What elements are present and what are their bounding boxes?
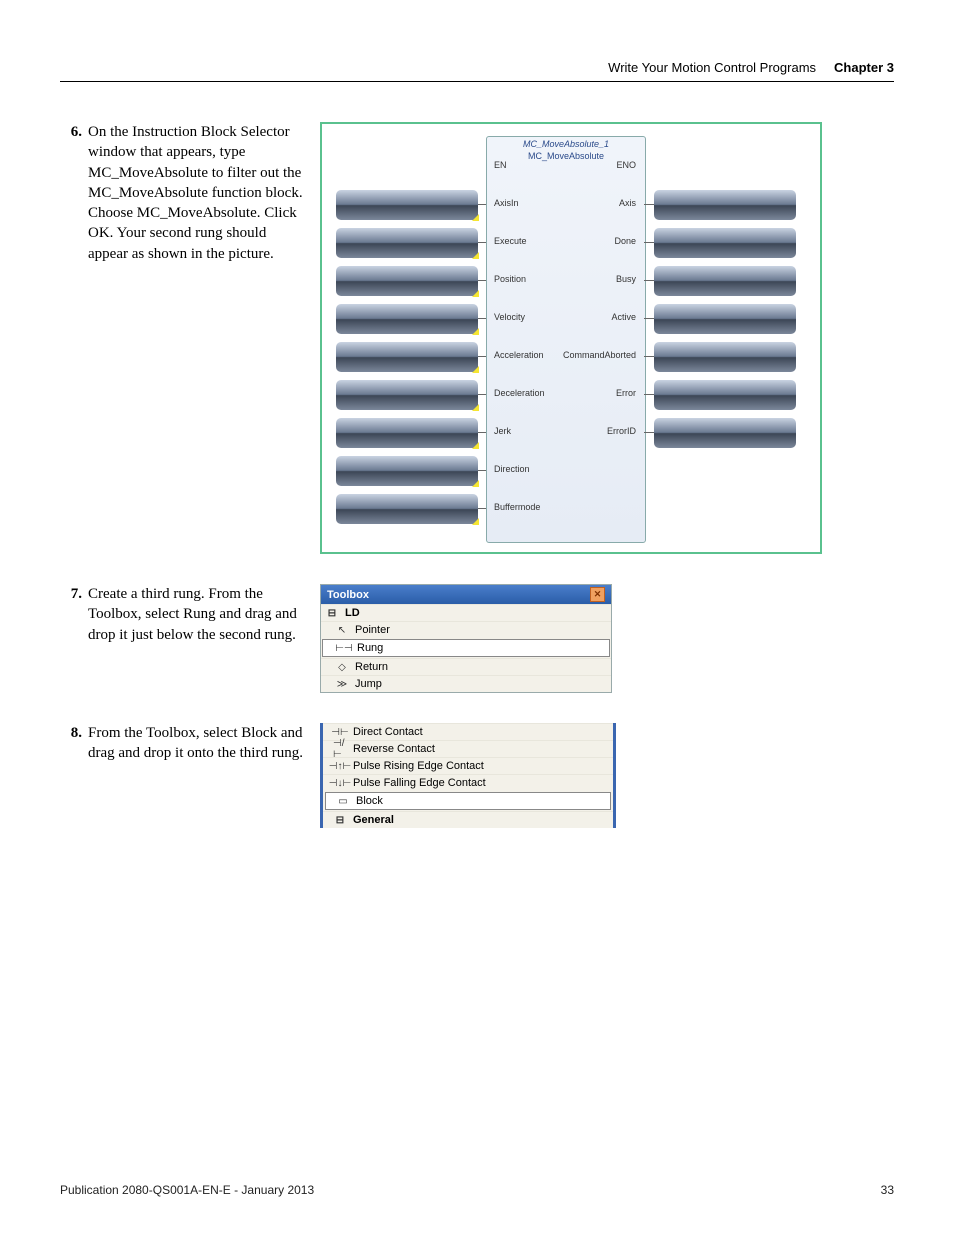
fb-input-block[interactable] (336, 456, 478, 486)
page-header: Write Your Motion Control Programs Chapt… (60, 60, 894, 82)
fb-input-block[interactable] (336, 342, 478, 372)
step-number: 6. (60, 122, 88, 554)
instruction-list-panel: ⊣⊢ Direct Contact ⊣/⊢ Reverse Contact ⊣↑⊢ Pul… (320, 723, 616, 828)
fb-output-port: CommandAborted (563, 350, 636, 360)
toolbox-group[interactable]: ⊟ LD (321, 604, 611, 621)
fb-output-port: ENO (616, 160, 636, 170)
toolbox-item-icon: ↖ (335, 625, 349, 635)
step-body: On the Instruction Block Selector window… (88, 122, 310, 554)
toolbox-item-label: Return (355, 661, 388, 673)
toolbox-titlebar: Toolbox ✕ (321, 585, 611, 604)
fb-input-block[interactable] (336, 190, 478, 220)
fb-input-block[interactable] (336, 418, 478, 448)
toolbox-group-label: LD (345, 607, 360, 619)
fb-input-block[interactable] (336, 304, 478, 334)
fb-output-block[interactable] (654, 418, 796, 448)
fb-input-port: Buffermode (494, 502, 540, 512)
instruction-list-item[interactable]: ⊟ General (323, 811, 613, 828)
toolbox-item-icon: ⊢⊣ (337, 643, 351, 653)
publication-id: Publication 2080-QS001A-EN-E - January 2… (60, 1183, 314, 1197)
fb-output-port: Error (616, 388, 636, 398)
close-icon[interactable]: ✕ (590, 587, 605, 602)
page-footer: Publication 2080-QS001A-EN-E - January 2… (60, 1183, 894, 1197)
instruction-list-item[interactable]: ⊣↓⊢ Pulse Falling Edge Contact (323, 774, 613, 791)
instruction-item-label: Pulse Rising Edge Contact (353, 760, 484, 772)
fb-input-block[interactable] (336, 494, 478, 524)
toolbox-item[interactable]: ◇ Return (321, 658, 611, 675)
page-number: 33 (881, 1183, 894, 1197)
fb-output-block[interactable] (654, 380, 796, 410)
fb-input-port: Deceleration (494, 388, 545, 398)
toolbox-title: Toolbox (327, 589, 369, 601)
instruction-item-label: Pulse Falling Edge Contact (353, 777, 486, 789)
toolbox-item[interactable]: ↖ Pointer (321, 621, 611, 638)
fb-input-block[interactable] (336, 228, 478, 258)
fb-output-block[interactable] (654, 304, 796, 334)
step-body: Create a third rung. From the Toolbox, s… (88, 584, 310, 693)
step-8: 8. From the Toolbox, select Block and dr… (60, 723, 894, 828)
instruction-item-label: General (353, 814, 394, 826)
toolbox-item-label: Rung (357, 642, 383, 654)
fb-input-port: Direction (494, 464, 530, 474)
fb-input-block[interactable] (336, 266, 478, 296)
instruction-item-icon: ▭ (336, 796, 350, 806)
header-section: Write Your Motion Control Programs (608, 60, 816, 75)
instruction-item-icon: ⊣↓⊢ (333, 778, 347, 788)
fb-input-port: Position (494, 274, 526, 284)
toolbox-item-label: Pointer (355, 624, 390, 636)
instruction-list-item[interactable]: ⊣↑⊢ Pulse Rising Edge Contact (323, 757, 613, 774)
step-7: 7. Create a third rung. From the Toolbox… (60, 584, 894, 693)
toolbox-panel: Toolbox ✕ ⊟ LD ↖ Pointer ⊢⊣ Rung ◇ Return ≫ Jump (320, 584, 612, 693)
instruction-item-icon: ⊣⊢ (333, 727, 347, 737)
instruction-item-icon: ⊣↑⊢ (333, 761, 347, 771)
fb-output-block[interactable] (654, 342, 796, 372)
fb-output-port: Busy (616, 274, 636, 284)
instruction-list-item[interactable]: ▭ Block (325, 792, 611, 810)
fb-output-port: Active (611, 312, 636, 322)
toolbox-item[interactable]: ≫ Jump (321, 675, 611, 692)
fb-output-port: Done (614, 236, 636, 246)
fb-input-block[interactable] (336, 380, 478, 410)
instruction-item-icon: ⊟ (333, 815, 347, 825)
fb-input-port: Jerk (494, 426, 511, 436)
instruction-item-icon: ⊣/⊢ (333, 744, 347, 754)
toolbox-item[interactable]: ⊢⊣ Rung (322, 639, 610, 657)
fb-output-port: Axis (619, 198, 636, 208)
fb-input-port: Acceleration (494, 350, 544, 360)
step-number: 8. (60, 723, 88, 828)
minus-icon: ⊟ (325, 608, 339, 618)
fb-output-block[interactable] (654, 228, 796, 258)
fb-input-port: AxisIn (494, 198, 519, 208)
instruction-list-item[interactable]: ⊣/⊢ Reverse Contact (323, 740, 613, 757)
fb-output-block[interactable] (654, 266, 796, 296)
step-number: 7. (60, 584, 88, 693)
fb-input-port: Execute (494, 236, 527, 246)
instruction-item-label: Reverse Contact (353, 743, 435, 755)
instruction-item-label: Block (356, 795, 383, 807)
fb-input-port: EN (494, 160, 507, 170)
instruction-list-item[interactable]: ⊣⊢ Direct Contact (323, 723, 613, 740)
fb-instance-name: MC_MoveAbsolute_1 (487, 137, 645, 149)
step-6: 6. On the Instruction Block Selector win… (60, 122, 894, 554)
function-block-diagram: MC_MoveAbsolute_1 MC_MoveAbsolute ENAxis… (320, 122, 822, 554)
instruction-item-label: Direct Contact (353, 726, 423, 738)
header-chapter: Chapter 3 (834, 60, 894, 75)
toolbox-item-label: Jump (355, 678, 382, 690)
toolbox-item-icon: ◇ (335, 662, 349, 672)
fb-output-block[interactable] (654, 190, 796, 220)
fb-input-port: Velocity (494, 312, 525, 322)
toolbox-item-icon: ≫ (335, 679, 349, 689)
fb-output-port: ErrorID (607, 426, 636, 436)
step-body: From the Toolbox, select Block and drag … (88, 723, 310, 828)
